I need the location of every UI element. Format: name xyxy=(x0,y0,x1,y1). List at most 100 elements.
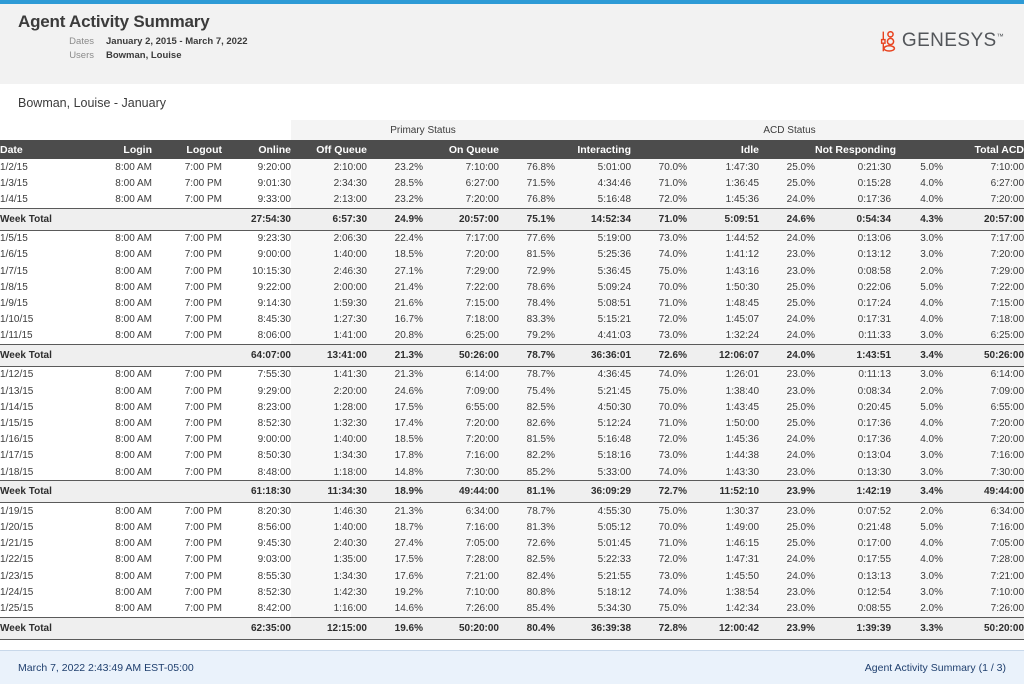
column-header-idle[interactable]: Idle xyxy=(687,140,760,159)
cell-notresp_pct: 2.0% xyxy=(891,502,944,520)
cell-onq: 7:20:00 xyxy=(423,415,499,432)
cell-onq_pct: 78.4% xyxy=(499,295,556,312)
cell-interacting: 5:25:36 xyxy=(555,246,632,263)
cell-date: 1/4/15 xyxy=(0,193,28,205)
cell-int_pct: 71.0% xyxy=(631,535,688,552)
cell-offq_pct: 18.7% xyxy=(367,519,423,536)
cell-onq: 7:20:00 xyxy=(423,246,499,263)
cell-notresp_pct: 3.0% xyxy=(891,464,944,481)
week-total-totalacd: 50:20:00 xyxy=(943,616,1024,640)
cell-notresp_pct: 5.0% xyxy=(891,399,944,416)
week-total-offq_pct: 18.9% xyxy=(367,480,423,504)
cell-online: 8:56:00 xyxy=(257,521,291,533)
cell-interacting: 5:05:12 xyxy=(555,519,632,536)
cell-interacting: 5:16:48 xyxy=(555,431,632,448)
cell-offq: 1:35:00 xyxy=(291,551,367,568)
column-header-offq[interactable]: Off Queue xyxy=(291,140,367,159)
cell-onq: 7:20:00 xyxy=(423,431,499,448)
cell-totalacd: 7:10:00 xyxy=(943,159,1024,176)
column-header-login[interactable]: Login xyxy=(80,140,152,159)
cell-onq: 7:15:00 xyxy=(423,295,499,312)
column-header-interacting[interactable]: Interacting xyxy=(555,140,632,159)
column-header-notresp_pct[interactable] xyxy=(891,140,944,159)
cell-login: 8:00 AM xyxy=(115,570,152,582)
week-total-onq: 50:26:00 xyxy=(423,343,499,367)
week-total-int_pct: 72.6% xyxy=(631,343,688,367)
cell-date: 1/15/15 xyxy=(0,418,34,430)
cell-offq: 1:27:30 xyxy=(291,311,367,328)
cell-onq_pct: 82.5% xyxy=(499,399,556,416)
cell-int_pct: 74.0% xyxy=(631,584,688,601)
cell-idle: 1:41:12 xyxy=(687,246,760,263)
column-header-int_pct[interactable] xyxy=(631,140,688,159)
cell-offq: 2:40:30 xyxy=(291,535,367,552)
cell-notresp_pct: 3.0% xyxy=(891,584,944,601)
cell-idle_pct: 25.0% xyxy=(759,159,816,176)
cell-login: 8:00 AM xyxy=(115,330,152,342)
table-row: 1/6/15 8:00 AM 7:00 PM 9:00:00 1:40:00 18.5% 7… xyxy=(0,246,1024,263)
cell-idle_pct: 23.0% xyxy=(759,366,816,384)
column-header-onq_pct[interactable] xyxy=(499,140,556,159)
week-total-label: Week Total xyxy=(0,616,80,640)
cell-interacting: 4:50:30 xyxy=(555,399,632,416)
cell-idle_pct: 25.0% xyxy=(759,279,816,296)
cell-idle: 1:44:52 xyxy=(687,230,760,247)
cell-online: 9:45:30 xyxy=(257,538,291,550)
cell-onq: 6:14:00 xyxy=(423,366,499,384)
cell-int_pct: 72.0% xyxy=(631,191,688,209)
cell-int_pct: 73.0% xyxy=(631,230,688,247)
column-header-idle_pct[interactable] xyxy=(759,140,816,159)
column-header-totalacd[interactable]: Total ACD xyxy=(943,140,1024,159)
cell-offq: 2:06:30 xyxy=(291,230,367,247)
cell-interacting: 5:09:24 xyxy=(555,279,632,296)
cell-online: 8:45:30 xyxy=(257,314,291,326)
cell-date: 1/2/15 xyxy=(0,161,28,173)
cell-interacting: 5:15:21 xyxy=(555,311,632,328)
cell-offq_pct: 16.7% xyxy=(367,311,423,328)
cell-interacting: 5:34:30 xyxy=(555,600,632,617)
cell-notresp: 0:13:13 xyxy=(815,567,892,585)
agent-activity-table: Primary Status ACD Status Date Login Logout… xyxy=(0,120,1024,640)
cell-int_pct: 73.0% xyxy=(631,447,688,464)
cell-notresp: 0:17:36 xyxy=(815,431,892,448)
table-row: 1/15/15 8:00 AM 7:00 PM 8:52:30 1:32:30 17.4%… xyxy=(0,415,1024,432)
cell-login: 8:00 AM xyxy=(115,193,152,205)
cell-notresp_pct: 3.0% xyxy=(891,567,944,585)
cell-notresp: 0:22:06 xyxy=(815,279,892,296)
group-header-primary-status: Primary Status xyxy=(291,120,556,140)
week-total-idle: 12:00:42 xyxy=(687,616,760,640)
cell-notresp: 0:17:00 xyxy=(815,535,892,552)
column-header-onq[interactable]: On Queue xyxy=(423,140,499,159)
cell-date: 1/3/15 xyxy=(0,177,28,189)
cell-notresp_pct: 4.0% xyxy=(891,431,944,448)
column-header-notresp[interactable]: Not Responding xyxy=(815,140,896,159)
column-header-offq_pct[interactable] xyxy=(367,140,423,159)
week-total-interacting: 36:36:01 xyxy=(555,343,632,367)
cell-online: 9:23:30 xyxy=(257,233,291,245)
cell-offq: 1:40:00 xyxy=(291,431,367,448)
cell-idle_pct: 24.0% xyxy=(759,230,816,247)
cell-logout: 7:00 PM xyxy=(184,554,222,566)
cell-notresp: 0:08:55 xyxy=(815,600,892,617)
table-row: 1/18/15 8:00 AM 7:00 PM 8:48:00 1:18:00 14.8%… xyxy=(0,464,1024,481)
week-total-row: Week Total 27:54:30 6:57:30 24.9% 20:57:00 75… xyxy=(0,207,1024,231)
cell-login: 8:00 AM xyxy=(115,418,152,430)
cell-offq: 1:18:00 xyxy=(291,464,367,481)
week-total-offq_pct: 19.6% xyxy=(367,616,423,640)
cell-logout: 7:00 PM xyxy=(184,466,222,478)
cell-logout: 7:00 PM xyxy=(184,586,222,598)
column-header-logout[interactable]: Logout xyxy=(152,140,222,159)
table-row: 1/2/15 8:00 AM 7:00 PM 9:20:00 2:10:00 23.2% 7… xyxy=(0,159,1024,176)
cell-interacting: 5:21:55 xyxy=(555,567,632,585)
column-header-date[interactable]: Date xyxy=(0,140,80,159)
cell-notresp: 0:13:12 xyxy=(815,246,892,263)
cell-login: 8:00 AM xyxy=(115,385,152,397)
cell-offq: 1:40:00 xyxy=(291,246,367,263)
cell-offq_pct: 28.5% xyxy=(367,175,423,192)
cell-interacting: 4:55:30 xyxy=(555,502,632,520)
column-header-online[interactable]: Online xyxy=(222,140,291,159)
cell-online: 9:01:30 xyxy=(257,177,291,189)
cell-interacting: 5:21:45 xyxy=(555,383,632,400)
cell-onq_pct: 76.8% xyxy=(499,191,556,209)
cell-date: 1/19/15 xyxy=(0,505,34,517)
